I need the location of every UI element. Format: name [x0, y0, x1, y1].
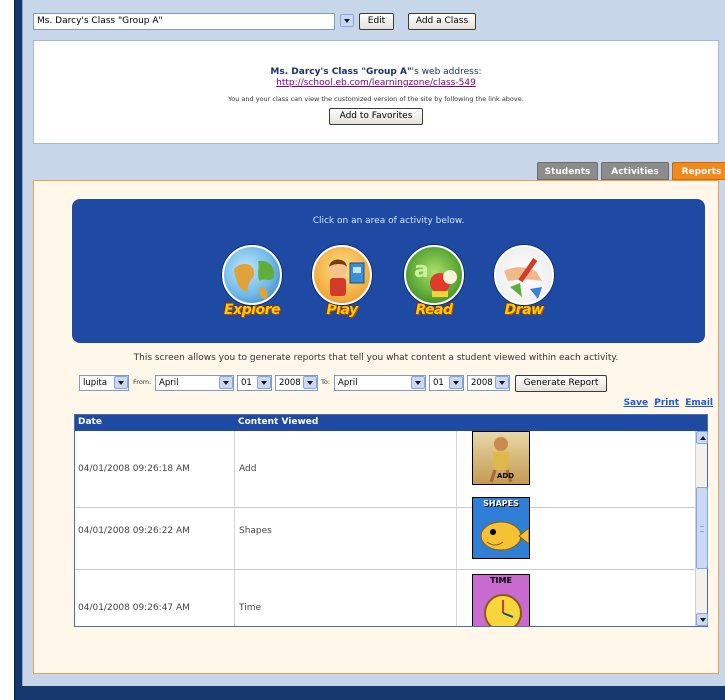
table-row: 04/01/2008 09:26:22 AM Shapes SHAPES: [75, 493, 695, 570]
reports-content: Click on an area of activity below. Expl…: [33, 180, 719, 674]
from-month-select[interactable]: April: [155, 375, 234, 391]
student-select-value: lupita: [83, 378, 108, 388]
column-header-date: Date: [78, 417, 102, 427]
from-year-value: 2008: [279, 378, 301, 388]
chevron-down-icon[interactable]: [495, 376, 509, 389]
save-link[interactable]: Save: [624, 398, 649, 408]
app-frame: Ms. Darcy's Class "Group A" Edit Add a C…: [14, 0, 725, 700]
class-name: Ms. Darcy's Class "Group A": [270, 67, 412, 77]
main-panel: Ms. Darcy's Class "Group A" Edit Add a C…: [22, 0, 725, 686]
svg-text:a: a: [414, 258, 429, 283]
column-header-content: Content Viewed: [238, 417, 319, 427]
chevron-down-icon[interactable]: [114, 376, 128, 389]
globe-icon: [222, 245, 282, 305]
activity-play[interactable]: Play: [302, 245, 382, 335]
child-playing-icon: [312, 245, 372, 305]
scroll-thumb[interactable]: [696, 487, 708, 569]
thumb-label-time: TIME: [490, 576, 512, 585]
chevron-down-icon[interactable]: [219, 376, 233, 389]
letters-icon: a: [404, 245, 464, 305]
to-day-select[interactable]: 01: [429, 375, 464, 391]
to-month-value: April: [338, 378, 358, 388]
report-table-body: 04/01/2008 09:26:18 AM Add ADD 04/01/200…: [75, 431, 695, 626]
to-year-value: 2008: [471, 378, 493, 388]
class-select[interactable]: Ms. Darcy's Class "Group A": [33, 13, 335, 30]
student-select[interactable]: lupita: [79, 375, 129, 391]
from-month-value: April: [159, 378, 179, 388]
web-address-suffix: 's web address:: [411, 67, 482, 77]
to-label: To:: [321, 378, 331, 386]
email-link[interactable]: Email: [685, 398, 713, 408]
class-select-value: Ms. Darcy's Class "Group A": [37, 16, 163, 26]
thumb-label-shapes: SHAPES: [483, 499, 519, 508]
activity-selector: Click on an area of activity below. Expl…: [72, 199, 705, 343]
web-address-note: You and your class can view the customiz…: [228, 95, 524, 103]
add-to-favorites-button[interactable]: Add to Favorites: [329, 108, 423, 125]
activity-explore[interactable]: Explore: [212, 245, 292, 335]
generate-report-button[interactable]: Generate Report: [515, 375, 607, 392]
web-address-box: Ms. Darcy's Class "Group A"'s web addres…: [33, 40, 719, 144]
scroll-up-button[interactable]: [696, 431, 708, 444]
to-year-select[interactable]: 2008: [467, 375, 510, 391]
web-address-title: Ms. Darcy's Class "Group A"'s web addres…: [34, 67, 718, 77]
to-day-value: 01: [433, 378, 444, 388]
report-table: Date Content Viewed 04/01/2008 09:26:18 …: [74, 414, 708, 627]
report-table-header: Date Content Viewed: [75, 415, 707, 431]
row-content: Time: [235, 570, 457, 626]
row-content: Shapes: [235, 493, 457, 569]
to-month-select[interactable]: April: [334, 375, 426, 391]
chevron-down-icon[interactable]: [257, 376, 271, 389]
chevron-down-icon[interactable]: [449, 376, 463, 389]
scroll-down-button[interactable]: [696, 613, 708, 626]
print-link[interactable]: Print: [654, 398, 679, 408]
activity-draw[interactable]: Draw: [484, 245, 564, 335]
from-day-value: 01: [241, 378, 252, 388]
chevron-down-icon[interactable]: [303, 376, 317, 389]
clock-thumbnail-icon[interactable]: TIME: [472, 574, 530, 626]
drawing-hand-icon: [494, 245, 554, 305]
row-date: 04/01/2008 09:26:47 AM: [75, 570, 235, 626]
tab-students[interactable]: Students: [537, 162, 598, 180]
class-select-dropdown-button[interactable]: [340, 14, 354, 27]
row-date: 04/01/2008 09:26:22 AM: [75, 493, 235, 569]
from-day-select[interactable]: 01: [237, 375, 272, 391]
activity-read[interactable]: a Read: [394, 245, 474, 335]
add-thumbnail-icon[interactable]: ADD: [472, 431, 530, 485]
tab-activities[interactable]: Activities: [601, 162, 669, 180]
from-label: From:: [133, 378, 152, 386]
class-url-link[interactable]: http://school.eb.com/learningzone/class-…: [34, 78, 718, 88]
activity-prompt: Click on an area of activity below.: [312, 216, 465, 226]
report-filters: lupita From: April 01 2008 To: April 01 …: [70, 375, 710, 392]
report-actions: Save Print Email: [621, 398, 713, 408]
add-class-button[interactable]: Add a Class: [408, 13, 476, 30]
edit-button[interactable]: Edit: [359, 13, 394, 30]
tab-reports[interactable]: Reports: [672, 162, 725, 180]
chevron-down-icon[interactable]: [411, 376, 425, 389]
report-scrollbar[interactable]: [695, 431, 708, 626]
thumb-label-add: ADD: [497, 472, 515, 480]
from-year-select[interactable]: 2008: [275, 375, 318, 391]
report-description: This screen allows you to generate repor…: [133, 353, 619, 363]
shapes-thumbnail-icon[interactable]: SHAPES: [472, 497, 530, 559]
table-row: 04/01/2008 09:26:47 AM Time TIME: [75, 570, 695, 626]
